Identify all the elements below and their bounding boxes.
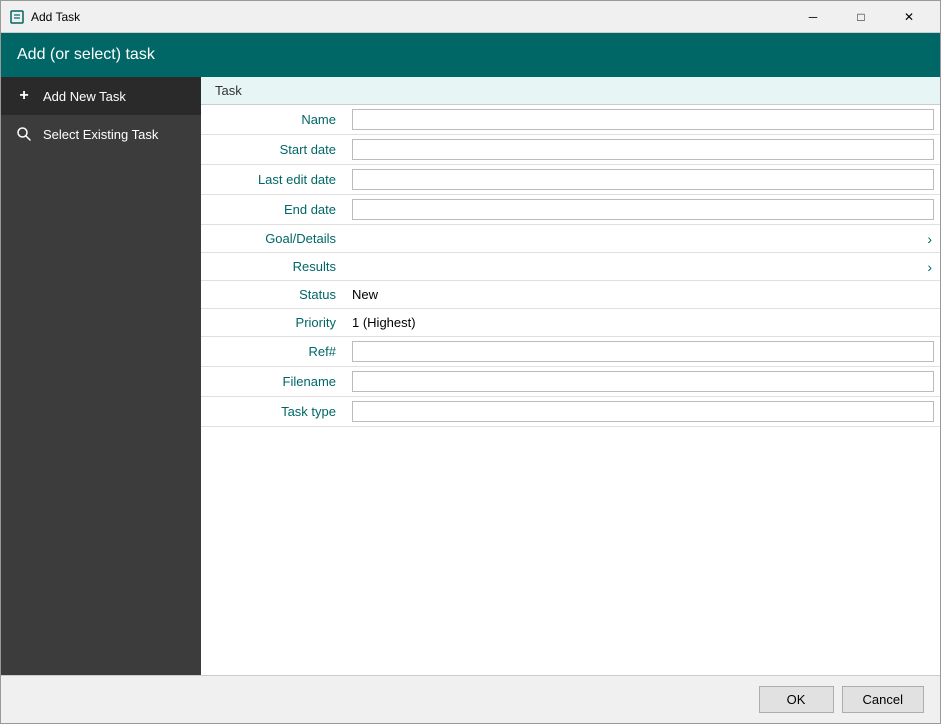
- main-window: Add Task ─ □ ✕ Add (or select) task + Ad…: [0, 0, 941, 724]
- input-name[interactable]: [352, 109, 934, 130]
- text-status: New: [352, 287, 378, 302]
- ok-button[interactable]: OK: [759, 686, 834, 713]
- maximize-button[interactable]: □: [838, 2, 884, 32]
- title-bar-controls: ─ □ ✕: [790, 2, 932, 32]
- search-icon: [15, 125, 33, 143]
- chevron-right-icon-results: ›: [927, 259, 932, 275]
- sidebar-item-label-select: Select Existing Task: [43, 127, 158, 142]
- input-task-type[interactable]: [352, 401, 934, 422]
- form-row-end-date: End date: [201, 195, 940, 225]
- form-row-status: Status New: [201, 281, 940, 309]
- label-results: Results: [201, 253, 346, 280]
- label-end-date: End date: [201, 195, 346, 224]
- close-button[interactable]: ✕: [886, 2, 932, 32]
- sidebar-item-select-existing-task[interactable]: Select Existing Task: [1, 115, 201, 153]
- input-filename[interactable]: [352, 371, 934, 392]
- form-row-start-date: Start date: [201, 135, 940, 165]
- value-goal-details[interactable]: ›: [346, 225, 940, 252]
- label-start-date: Start date: [201, 135, 346, 164]
- value-name: [346, 105, 940, 134]
- value-start-date: [346, 135, 940, 164]
- bottom-bar: OK Cancel: [1, 675, 940, 723]
- form-row-priority: Priority 1 (Highest): [201, 309, 940, 337]
- input-end-date[interactable]: [352, 199, 934, 220]
- form-row-last-edit-date: Last edit date: [201, 165, 940, 195]
- value-status: New: [346, 281, 940, 308]
- content-header: Task: [201, 77, 940, 105]
- text-priority: 1 (Highest): [352, 315, 416, 330]
- value-results[interactable]: ›: [346, 253, 940, 280]
- label-status: Status: [201, 281, 346, 308]
- form-row-results[interactable]: Results ›: [201, 253, 940, 281]
- label-task-type: Task type: [201, 397, 346, 426]
- cancel-button[interactable]: Cancel: [842, 686, 924, 713]
- window-icon: [9, 9, 25, 25]
- dialog-title: Add (or select) task: [17, 46, 155, 64]
- main-content: + Add New Task Select Existing Task Task: [1, 77, 940, 675]
- sidebar-item-add-new-task[interactable]: + Add New Task: [1, 77, 201, 115]
- input-start-date[interactable]: [352, 139, 934, 160]
- label-priority: Priority: [201, 309, 346, 336]
- label-goal-details: Goal/Details: [201, 225, 346, 252]
- label-name: Name: [201, 105, 346, 134]
- form-row-task-type: Task type: [201, 397, 940, 427]
- form-row-goal-details[interactable]: Goal/Details ›: [201, 225, 940, 253]
- value-task-type: [346, 397, 940, 426]
- value-end-date: [346, 195, 940, 224]
- value-last-edit-date: [346, 165, 940, 194]
- sidebar: + Add New Task Select Existing Task: [1, 77, 201, 675]
- form-row-ref: Ref#: [201, 337, 940, 367]
- label-filename: Filename: [201, 367, 346, 396]
- form-row-name: Name: [201, 105, 940, 135]
- input-last-edit-date[interactable]: [352, 169, 934, 190]
- dialog-header: Add (or select) task: [1, 33, 940, 77]
- form-row-filename: Filename: [201, 367, 940, 397]
- minimize-button[interactable]: ─: [790, 2, 836, 32]
- form-area: Name Start date Last edit date: [201, 105, 940, 675]
- sidebar-item-label-add: Add New Task: [43, 89, 126, 104]
- label-ref: Ref#: [201, 337, 346, 366]
- plus-icon: +: [15, 87, 33, 105]
- window-title: Add Task: [31, 10, 790, 24]
- content-area: Task Name Start date: [201, 77, 940, 675]
- value-priority: 1 (Highest): [346, 309, 940, 336]
- title-bar: Add Task ─ □ ✕: [1, 1, 940, 33]
- content-header-label: Task: [215, 83, 242, 98]
- input-ref[interactable]: [352, 341, 934, 362]
- value-filename: [346, 367, 940, 396]
- label-last-edit-date: Last edit date: [201, 165, 346, 194]
- chevron-right-icon: ›: [927, 231, 932, 247]
- value-ref: [346, 337, 940, 366]
